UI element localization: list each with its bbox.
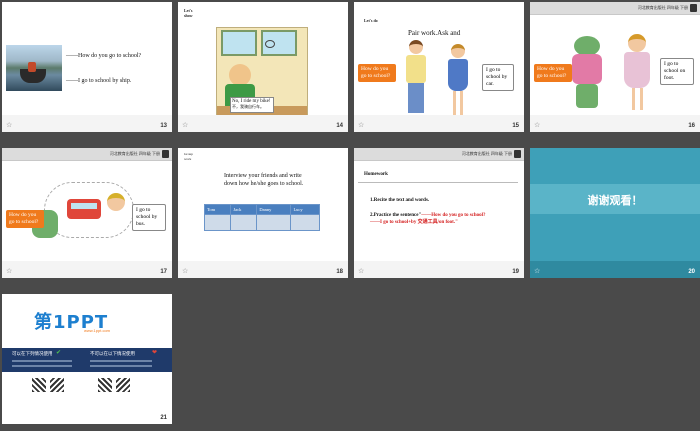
slide-title: Group work <box>184 152 193 161</box>
characters-illustration <box>570 32 660 117</box>
slide-thumbnail-13[interactable]: ——How do you go to school? ——I go to sch… <box>2 2 172 132</box>
names-table: Tom Jack Danny Lucy <box>203 204 320 231</box>
answer-text: ——I go to school by ship. <box>66 78 132 84</box>
slide-number: 19 <box>512 269 519 275</box>
slide-thumbnail-14[interactable]: Let's show No, I ride my bike! 不，我骑自行车。 … <box>178 2 348 132</box>
slide-heading: Pair work.Ask and <box>408 29 461 37</box>
instruction-text: Interview your friends and write down ho… <box>224 173 304 187</box>
heart-icon: ❤ <box>152 350 158 356</box>
qr-code-icon <box>116 378 130 392</box>
star-icon: ☆ <box>6 122 13 129</box>
thanks-text: 谢谢观看！ <box>587 194 643 207</box>
star-icon: ☆ <box>6 268 13 275</box>
homework-question: ——How do you go to school? <box>421 213 486 218</box>
answer-bubble: I go to school by car. <box>482 64 514 91</box>
header-text: 河北教育出版社 四年级 下册 <box>109 151 160 156</box>
caption-cn: 不，我骑自行车。 <box>232 104 264 109</box>
table-header-cell: Lucy <box>290 204 320 215</box>
header-text: 河北教育出版社 四年级 下册 <box>637 5 688 10</box>
question-text: ——How do you go to school? <box>66 53 142 59</box>
star-icon: ☆ <box>534 122 541 129</box>
homework-item-2-prefix: 2.Practice the sentence" <box>370 213 422 218</box>
homework-answer: ——I go to school+by 交通工具/on foot." <box>370 220 458 225</box>
question-bubble: How do you go to school? <box>358 64 396 82</box>
slide-thumbnail-21[interactable]: 第1PPT www.1ppt.com 可以在下列情况使用 ✔ 不可以在以下情况使… <box>2 294 172 424</box>
slide-thumbnail-20[interactable]: 谢谢观看！ ☆ 20 <box>530 148 700 278</box>
check-icon: ✔ <box>56 350 62 356</box>
answer-bubble: I go to school on foot. <box>660 58 694 85</box>
star-icon: ☆ <box>358 122 365 129</box>
boy-figure <box>404 40 428 120</box>
star-icon: ☆ <box>534 268 541 275</box>
table-header-cell: Danny <box>256 204 292 215</box>
publisher-logo-icon <box>162 150 169 158</box>
slide-number: 21 <box>160 415 167 421</box>
table-header-cell: Jack <box>230 204 258 215</box>
homework-item-2: 2.Practice the sentence"——How do you go … <box>370 212 520 226</box>
header-text: 河北教育出版社 四年级 下册 <box>461 151 512 156</box>
allowed-heading: 可以在下列情况使用 <box>12 352 53 357</box>
forbidden-heading: 不可以在以下情况使用 <box>90 352 135 357</box>
boat-photo <box>6 45 62 91</box>
star-icon: ☆ <box>182 122 189 129</box>
ppt-url: www.1ppt.com <box>84 328 111 333</box>
homework-item-1: 1.Recite the text and words. <box>370 198 430 203</box>
question-bubble: How do you go to school? <box>6 210 44 228</box>
slide-thumbnail-19[interactable]: 河北教育出版社 四年级 下册 Homework 1.Recite the tex… <box>354 148 524 278</box>
slide-number: 15 <box>512 123 519 129</box>
star-icon: ☆ <box>182 268 189 275</box>
caption-box: No, I ride my bike! 不，我骑自行车。 <box>230 97 274 113</box>
publisher-logo-icon <box>514 150 521 158</box>
slide-number: 20 <box>688 269 695 275</box>
qr-code-icon <box>98 378 112 392</box>
table-cell[interactable] <box>290 214 320 231</box>
slide-thumbnail-15[interactable]: Let's do Pair work.Ask and How do you go… <box>354 2 524 132</box>
slide-thumbnail-17[interactable]: 河北教育出版社 四年级 下册 How do you go to school? … <box>2 148 172 278</box>
question-bubble: How do you go to school? <box>534 64 572 82</box>
slide-number: 16 <box>688 123 695 129</box>
slide-number: 17 <box>160 269 167 275</box>
slide-heading: Homework <box>364 172 388 177</box>
table-cell[interactable] <box>230 214 258 231</box>
table-header-cell: Tom <box>203 204 232 215</box>
slide-title: Let's show <box>184 8 193 18</box>
slide-title: Let's do <box>364 18 378 23</box>
table-cell[interactable] <box>256 214 292 231</box>
answer-bubble: I go to school by bus. <box>132 204 166 231</box>
table-cell[interactable] <box>203 214 232 231</box>
star-icon: ☆ <box>358 268 365 275</box>
qr-code-icon <box>50 378 64 392</box>
slide-number: 14 <box>336 123 343 129</box>
slide-thumbnail-18[interactable]: Group work Interview your friends and wr… <box>178 148 348 278</box>
girl-figure <box>446 44 470 120</box>
slide-number: 13 <box>160 123 167 129</box>
qr-code-icon <box>32 378 46 392</box>
slide-number: 18 <box>336 269 343 275</box>
info-panel: 可以在下列情况使用 ✔ 不可以在以下情况使用 ❤ <box>2 348 172 372</box>
slide-thumbnail-16[interactable]: 河北教育出版社 四年级 下册 How do you go to school? … <box>530 2 700 132</box>
publisher-logo-icon <box>690 4 697 12</box>
